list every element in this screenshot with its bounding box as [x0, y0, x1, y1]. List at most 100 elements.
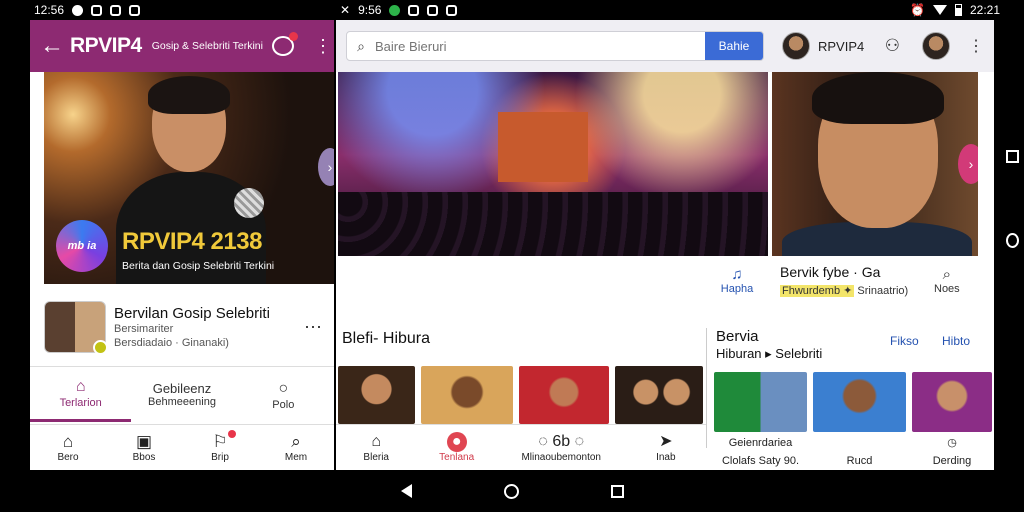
section-link[interactable]: Hibto	[942, 334, 970, 348]
bottom-nav: ⌂ Bero ▣ Bbos ⚐ Brip ⌕ Mem	[30, 424, 334, 470]
more-vert-icon[interactable]: ⋮	[314, 36, 332, 57]
home-icon: ⌂	[62, 432, 74, 451]
music-icon: ♫	[731, 266, 743, 283]
action-music[interactable]: ♫ Hapha	[714, 266, 760, 295]
card-caption: Derding	[932, 455, 972, 467]
concert-banner[interactable]	[338, 72, 768, 256]
avatar	[44, 301, 108, 355]
profile-icon[interactable]: ⚇	[885, 36, 900, 56]
recents-icon[interactable]	[610, 484, 624, 498]
news-title[interactable]: Bervik fybe · Ga	[780, 264, 880, 280]
bottom-nav: ⌂ Bleria ● Tenlana ◌ 6b ◌ Mlinaoubemonto…	[336, 424, 706, 470]
action-search[interactable]: ⌕ Noes	[934, 266, 960, 295]
status-bar-right: ⏰ 22:21	[890, 0, 1000, 20]
share-icon: ➤	[659, 433, 673, 450]
right-app-window: ⌕ Bahie RPVIP4 ⚇ ⋮ › ♫ Hapha B	[336, 20, 994, 470]
more-vert-icon[interactable]: ⋮	[968, 36, 984, 56]
status-time-left: 12:56	[34, 3, 65, 17]
thumbnail[interactable]	[519, 366, 609, 424]
news-card[interactable]: Geienrdariea Clolafs Saty 90.	[714, 372, 807, 468]
home-icon: ⌂	[75, 378, 86, 395]
nav-label: Mem	[284, 452, 308, 463]
card-row: Geienrdariea Clolafs Saty 90. Rucd ◷ Der…	[714, 372, 992, 468]
system-nav-bar	[0, 470, 1024, 512]
user-chip[interactable]: RPVIP4	[782, 32, 877, 60]
feed-item[interactable]: Bervilan Gosip Selebriti Bersimariter Be…	[44, 296, 334, 358]
status-dot-icon	[72, 4, 84, 16]
tab-label: Behmeeening	[148, 396, 216, 408]
notification-icon	[91, 4, 103, 16]
status-green-icon	[389, 4, 401, 16]
nav-item[interactable]: ● Tenlana	[416, 425, 496, 470]
action-label: Noes	[934, 283, 960, 295]
thumbnail[interactable]	[615, 366, 703, 424]
feed-meta: Bersdiadaio · Ginanaki)	[114, 336, 229, 349]
thumbnail[interactable]	[338, 366, 415, 424]
nav-item[interactable]: ⌕ Mem	[258, 425, 334, 470]
user-name: RPVIP4	[818, 38, 865, 54]
circle-icon: ○	[278, 379, 289, 397]
chevron-right-icon[interactable]: ›	[318, 148, 334, 186]
bell-icon: ⚐	[212, 430, 236, 452]
nav-item[interactable]: ◌ 6b ◌ Mlinaoubemonton	[497, 425, 626, 470]
nav-label: Bleria	[363, 452, 389, 463]
brand-subtitle: Gosip & Selebriti Terkini	[151, 40, 263, 52]
status-bar-mid: ✕ 9:56	[340, 0, 500, 20]
circle-icon[interactable]	[1006, 233, 1019, 248]
divider	[706, 328, 707, 448]
thumbnail-row	[338, 366, 703, 424]
nav-label: Tenlana	[439, 452, 475, 463]
chevron-right-icon[interactable]: ›	[958, 144, 978, 184]
tab-home[interactable]: ⌂ Terlarion	[30, 367, 132, 422]
hero-subtitle: Berita dan Gosip Selebriti Terkini	[122, 260, 275, 272]
wifi-icon	[932, 5, 947, 15]
nav-item[interactable]: ⌂ Bleria	[336, 425, 416, 470]
notification-icon	[408, 4, 420, 16]
back-icon[interactable]	[400, 484, 412, 498]
nav-label: Bbos	[132, 452, 156, 463]
notification-badge	[289, 32, 298, 41]
microphone-icon	[234, 188, 264, 218]
notification-icon	[110, 4, 122, 16]
tab-circle[interactable]: ○ Polo	[233, 367, 334, 422]
avatar[interactable]	[922, 32, 950, 60]
section-title: Blefi- Hibura	[342, 330, 431, 347]
section-link[interactable]: Fikso	[890, 334, 919, 348]
search-icon: ⌕	[942, 266, 952, 283]
back-arrow-icon[interactable]: ←	[40, 32, 64, 60]
battery-icon	[954, 4, 962, 16]
tab-middle[interactable]: Gebileenz Behmeeening	[131, 367, 232, 422]
square-icon[interactable]	[1006, 150, 1019, 163]
search-input[interactable]	[375, 38, 705, 54]
card-image	[912, 372, 992, 432]
nav-item[interactable]: ⌂ Bero	[30, 425, 106, 470]
status-time-mid: 9:56	[358, 3, 382, 17]
nav-item[interactable]: ➤ Inab	[626, 425, 706, 470]
hero-banner[interactable]: mb ia RPVIP4 2138 Berita dan Gosip Seleb…	[44, 72, 334, 284]
avatar	[782, 32, 810, 60]
feed-meta: Bersimariter	[114, 322, 174, 335]
section-subtitle: Hiburan ▸ Selebriti	[716, 346, 823, 361]
tab-label: Polo	[272, 398, 295, 411]
nav-item[interactable]: ▣ Bbos	[106, 425, 182, 470]
nav-label: Bero	[57, 452, 79, 463]
more-horiz-icon[interactable]: ⋯	[304, 317, 322, 338]
home-icon[interactable]	[503, 483, 519, 499]
screen: 12:56 ✕ 9:56 ⏰ 22:21 ← RPVIP4 Gosip & Se…	[0, 0, 1024, 512]
alarm-icon: ⏰	[910, 3, 925, 17]
left-app-window: ← RPVIP4 Gosip & Selebriti Terkini ⋮ mb …	[30, 20, 334, 470]
news-card[interactable]: Rucd	[813, 372, 906, 468]
chat-icon[interactable]	[272, 32, 298, 56]
card-caption: Clolafs Saty 90.	[721, 455, 800, 467]
news-card[interactable]: ◷ Derding	[912, 372, 992, 468]
search-button[interactable]: Bahie	[705, 32, 763, 60]
thumbnail[interactable]	[421, 366, 513, 424]
clock-icon: ◷	[947, 437, 957, 449]
nav-item[interactable]: ⚐ Brip	[182, 425, 258, 470]
search-bar[interactable]: ⌕ Bahie	[346, 31, 764, 61]
hero-title: RPVIP4 2138	[122, 228, 262, 255]
nav-label: Inab	[656, 452, 676, 463]
celebrity-photo[interactable]: ›	[772, 72, 978, 256]
card-caption: Geienrdariea	[728, 437, 793, 449]
app-logo: mb ia	[56, 220, 108, 272]
